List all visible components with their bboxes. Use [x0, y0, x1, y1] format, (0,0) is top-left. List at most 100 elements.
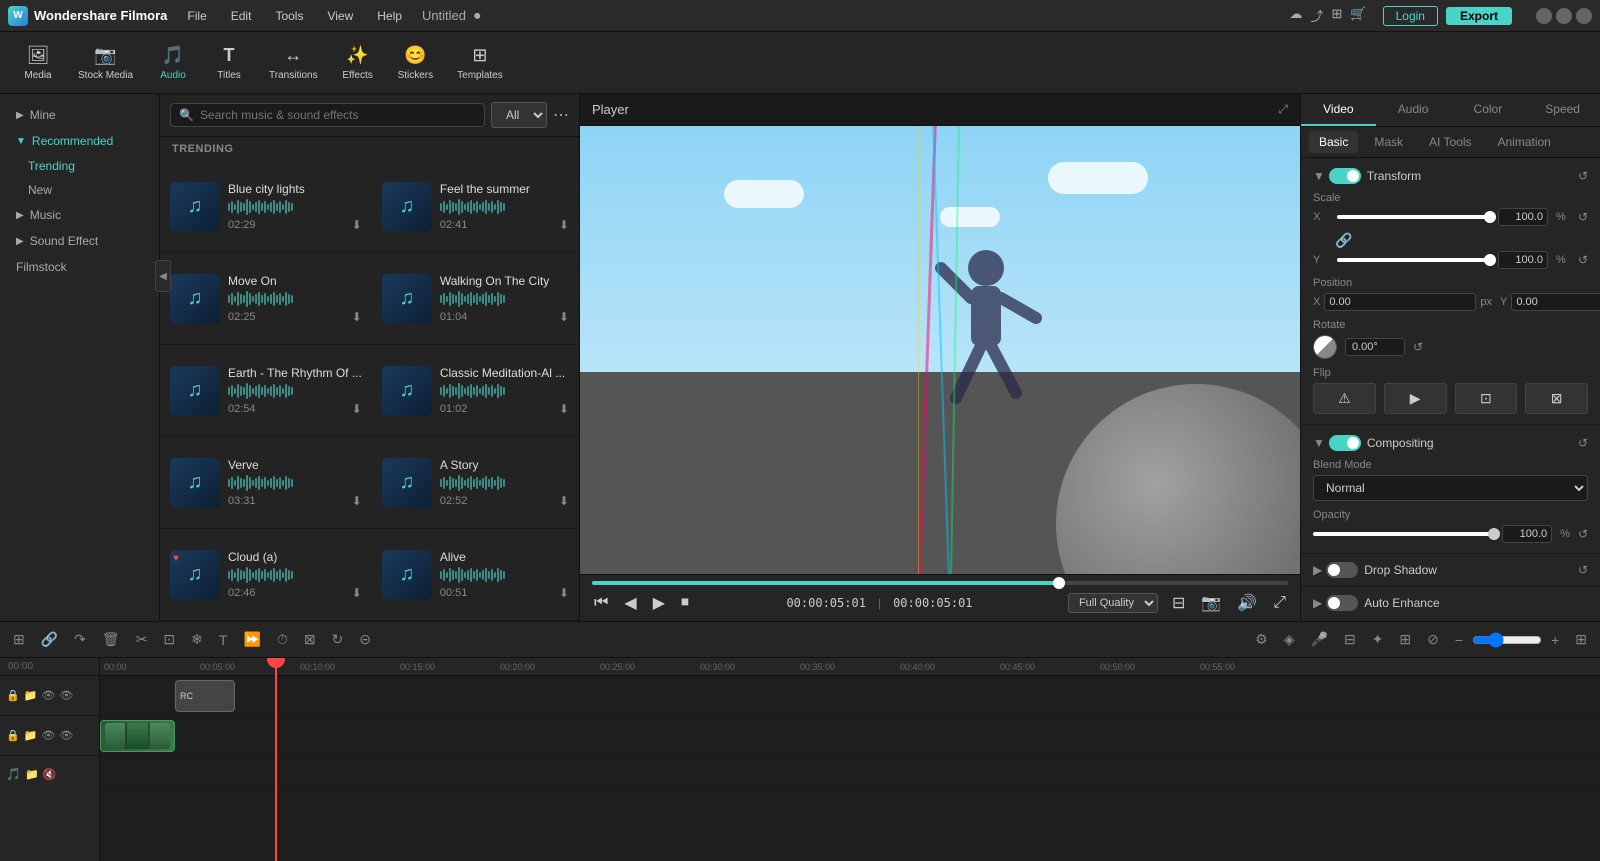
opacity-reset[interactable]: ↺ — [1578, 527, 1588, 541]
tl-speed-button[interactable]: ⏩ — [238, 628, 265, 651]
position-y-input[interactable] — [1511, 293, 1600, 311]
sidebar-item-music[interactable]: ▶ Music — [0, 202, 159, 228]
tl-split-button[interactable]: ⊞ — [8, 628, 30, 651]
scale-y-thumb[interactable] — [1484, 254, 1496, 266]
track2-folder-icon[interactable]: 📁 — [24, 729, 38, 742]
download-icon-0[interactable]: ⬇ — [352, 218, 362, 232]
scale-x-thumb[interactable] — [1484, 211, 1496, 223]
drop-shadow-expand-icon[interactable]: ▶ — [1313, 563, 1322, 577]
tl-settings-button[interactable]: ⚙ — [1250, 628, 1273, 651]
download-icon-2[interactable]: ⬇ — [352, 310, 362, 324]
maximize-button[interactable] — [1556, 8, 1572, 24]
tl-audio-button[interactable]: 🎤 — [1306, 628, 1333, 651]
more-options-button[interactable]: ⋯ — [553, 105, 569, 125]
blend-mode-select[interactable]: Normal Dissolve Darken Multiply — [1313, 475, 1588, 501]
fullscreen-button[interactable]: ⤢ — [1271, 592, 1288, 614]
auto-enhance-expand-icon[interactable]: ▶ — [1313, 596, 1322, 610]
flip-tl-button[interactable]: ⊡ — [1455, 383, 1518, 414]
opacity-thumb[interactable] — [1488, 528, 1500, 540]
sidebar-item-filmstock[interactable]: Filmstock — [0, 254, 159, 280]
tl-redo-button[interactable]: ↷ — [69, 628, 91, 651]
compositing-expand-icon[interactable]: ▼ — [1313, 436, 1325, 450]
scale-y-slider[interactable] — [1337, 258, 1490, 262]
transform-reset-icon[interactable]: ↺ — [1578, 169, 1588, 183]
download-icon-5[interactable]: ⬇ — [559, 402, 569, 416]
zoom-in-button[interactable]: + — [1546, 629, 1564, 651]
compositing-toggle[interactable] — [1329, 435, 1361, 451]
tl-rotate-button[interactable]: ↻ — [327, 628, 349, 651]
frame-back-button[interactable]: ◀ — [622, 591, 638, 615]
tl-grid-view-button[interactable]: ⊞ — [1570, 628, 1592, 651]
track1-lock-icon[interactable]: 🔒 — [6, 689, 20, 702]
quality-select[interactable]: Full Quality — [1068, 593, 1158, 613]
position-x-input[interactable] — [1324, 293, 1476, 311]
compositing-reset-icon[interactable]: ↺ — [1578, 436, 1588, 450]
download-icon-3[interactable]: ⬇ — [559, 310, 569, 324]
rotate-input[interactable] — [1345, 338, 1405, 356]
track2-eye-icon[interactable]: 👁 — [41, 729, 55, 742]
music-item-7[interactable]: ♫A Story02:52⬇ — [372, 437, 579, 529]
scale-y-reset[interactable]: ↺ — [1578, 253, 1588, 267]
opacity-input[interactable] — [1502, 525, 1552, 543]
music-item-3[interactable]: ♫Walking On The City01:04⬇ — [372, 253, 579, 345]
tl-timer-button[interactable]: ⏱ — [272, 628, 293, 651]
flip-h-button[interactable]: ⚠ — [1313, 383, 1376, 414]
progress-thumb[interactable] — [1053, 577, 1065, 589]
drop-shadow-reset[interactable]: ↺ — [1578, 563, 1588, 577]
volume-button[interactable]: 🔊 — [1235, 591, 1259, 615]
menu-edit[interactable]: Edit — [227, 7, 256, 25]
filter-select[interactable]: All — [491, 102, 547, 128]
tool-audio[interactable]: 🎵 Audio — [147, 41, 199, 85]
tl-remove-button[interactable]: ⊘ — [1422, 628, 1444, 651]
stop-button[interactable]: ⏹ — [679, 592, 691, 614]
login-button[interactable]: Login — [1383, 6, 1438, 26]
tl-text-button[interactable]: T — [214, 629, 233, 651]
snapshot-button[interactable]: 📷 — [1199, 591, 1223, 615]
tool-stock-media[interactable]: 📷 Stock Media — [68, 41, 143, 85]
download-icon-6[interactable]: ⬇ — [352, 494, 362, 508]
auto-enhance-toggle[interactable] — [1326, 595, 1358, 611]
tl-mask-button[interactable]: ⊝ — [354, 628, 376, 651]
subtab-ai-tools[interactable]: AI Tools — [1419, 131, 1481, 153]
tl-split2-button[interactable]: ⊞ — [1394, 628, 1416, 651]
tool-transitions[interactable]: ↔ Transitions — [259, 41, 328, 85]
menu-file[interactable]: File — [183, 7, 210, 25]
tl-effects-button[interactable]: ✦ — [1367, 628, 1389, 651]
tl-crop-button[interactable]: ⊡ — [158, 628, 180, 651]
download-icon-7[interactable]: ⬇ — [559, 494, 569, 508]
title-clip[interactable]: RC — [175, 680, 235, 712]
track1-folder-icon[interactable]: 📁 — [24, 689, 38, 702]
progress-bar[interactable] — [592, 581, 1288, 585]
sidebar-item-trending[interactable]: Trending — [0, 154, 159, 178]
scale-y-value[interactable] — [1498, 251, 1548, 269]
menu-tools[interactable]: Tools — [271, 7, 307, 25]
subtab-basic[interactable]: Basic — [1309, 131, 1358, 153]
sidebar-item-new[interactable]: New — [0, 178, 159, 202]
music-item-2[interactable]: ♫Move On02:25⬇ — [160, 253, 372, 345]
player-expand-icon[interactable]: ⤢ — [1278, 102, 1288, 117]
menu-view[interactable]: View — [323, 7, 357, 25]
tl-fit-button[interactable]: ⊠ — [299, 628, 321, 651]
minimize-button[interactable] — [1536, 8, 1552, 24]
scale-x-value[interactable] — [1498, 208, 1548, 226]
sidebar-item-mine[interactable]: ▶ Mine — [0, 102, 159, 128]
scale-x-slider[interactable] — [1337, 215, 1490, 219]
track1-show-icon[interactable]: 👁 — [59, 689, 73, 702]
scale-lock-icon[interactable]: 🔗 — [1335, 232, 1352, 249]
music-item-8[interactable]: ♫♥Cloud (a)02:46⬇ — [160, 529, 372, 621]
zoom-slider[interactable] — [1472, 632, 1542, 648]
download-icon-4[interactable]: ⬇ — [352, 402, 362, 416]
skip-back-button[interactable]: ⏮ — [592, 592, 610, 614]
audio-folder-icon[interactable]: 📁 — [25, 768, 39, 781]
tl-snap-button[interactable]: ⊟ — [1339, 628, 1361, 651]
tool-titles[interactable]: T Titles — [203, 41, 255, 85]
drop-shadow-toggle[interactable] — [1326, 562, 1358, 578]
fit-screen-button[interactable]: ⊟ — [1170, 591, 1187, 615]
export-button[interactable]: Export — [1446, 7, 1512, 25]
rotate-reset[interactable]: ↺ — [1413, 340, 1423, 354]
play-button[interactable]: ▶ — [651, 591, 667, 615]
music-item-0[interactable]: ♫Blue city lights02:29⬇ — [160, 161, 372, 253]
tl-link-button[interactable]: 🔗 — [36, 628, 63, 651]
flip-tr-button[interactable]: ⊠ — [1525, 383, 1588, 414]
menu-help[interactable]: Help — [373, 7, 406, 25]
